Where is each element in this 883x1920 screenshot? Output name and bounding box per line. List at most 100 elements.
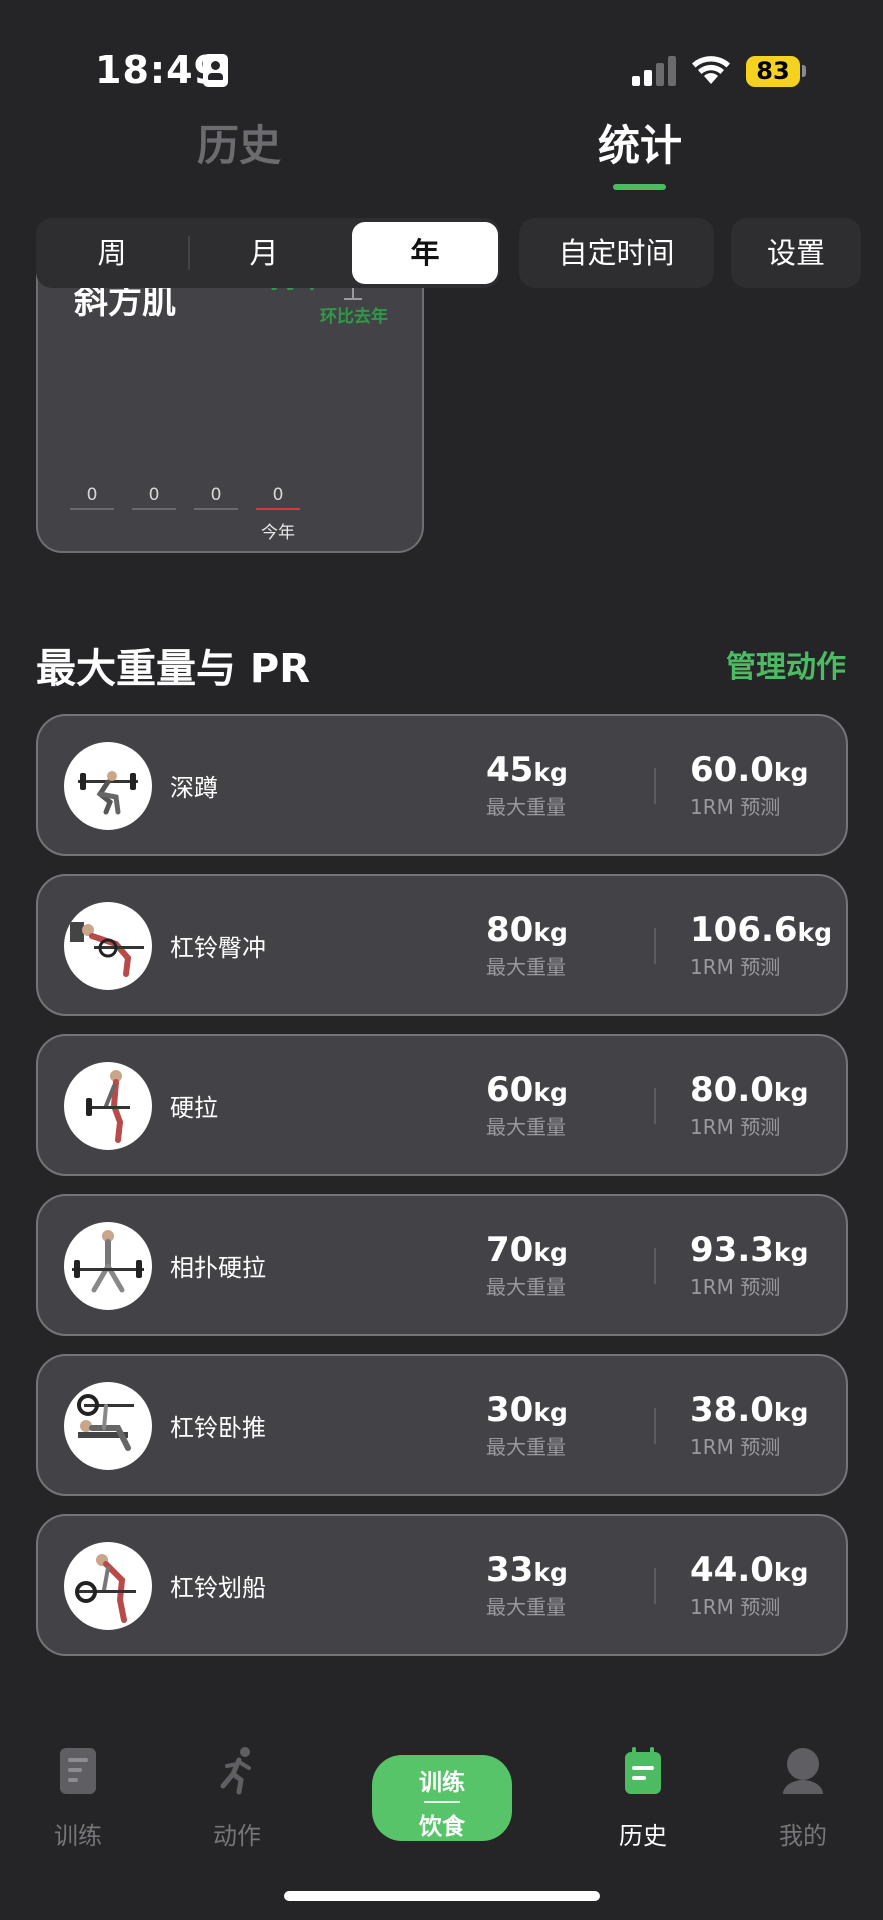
unit: kg	[797, 918, 833, 947]
one-rm-stat: 106.6kg 1RM 预测	[690, 910, 832, 980]
unit: kg	[773, 1558, 809, 1587]
max-weight-label: 最大重量	[486, 795, 566, 819]
bar-baseline-current	[256, 508, 300, 510]
max-weight-label: 最大重量	[486, 955, 566, 979]
bar-value: 0	[148, 485, 160, 505]
bar-value: 0	[86, 485, 98, 505]
train-diet-button[interactable]: 训练 饮食	[372, 1755, 512, 1841]
custom-time-button[interactable]: 自定时间	[519, 218, 714, 288]
max-weight-value: 33	[486, 1550, 534, 1590]
exercise-name: 杠铃划船	[170, 1574, 266, 1602]
pr-card[interactable]: 杠铃划船 33kg 最大重量 44.0kg 1RM 预测	[36, 1514, 848, 1656]
one-rm-value: 93.3	[690, 1230, 774, 1270]
exercise-name: 深蹲	[170, 774, 218, 802]
bar-baseline	[70, 508, 114, 510]
one-rm-value: 38.0	[690, 1390, 774, 1430]
barbell-row-illustration-icon	[64, 1542, 152, 1630]
period-week[interactable]: 周	[36, 218, 188, 288]
pr-card[interactable]: 杠铃卧推 30kg 最大重量 38.0kg 1RM 预测	[36, 1354, 848, 1496]
unit: kg	[533, 1238, 568, 1267]
pr-card[interactable]: 深蹲 45kg 最大重量 60.0kg 1RM 预测	[36, 714, 848, 856]
nav-history[interactable]: 历史	[598, 1746, 688, 1851]
cellular-signal-icon	[632, 54, 676, 86]
one-rm-value: 44.0	[690, 1550, 774, 1590]
stat-divider	[654, 1408, 656, 1444]
bar-label-current-year: 今年	[261, 523, 295, 543]
bar-column: 0	[132, 485, 176, 510]
nav-label: 训练	[54, 1822, 102, 1850]
max-weight-label: 最大重量	[486, 1275, 566, 1299]
squat-illustration-icon	[64, 742, 152, 830]
period-year[interactable]: 年	[352, 222, 498, 284]
contact-card-icon	[203, 54, 228, 87]
pr-card[interactable]: 硬拉 60kg 最大重量 80.0kg 1RM 预测	[36, 1034, 848, 1176]
exercise-name: 杠铃臀冲	[170, 934, 266, 962]
home-indicator[interactable]	[284, 1891, 600, 1901]
deadlift-illustration-icon	[64, 1062, 152, 1150]
stat-divider	[654, 1248, 656, 1284]
one-rm-label: 1RM 预测	[690, 1275, 781, 1299]
battery-level: 83	[746, 56, 800, 87]
unit: kg	[773, 1238, 809, 1267]
one-rm-label: 1RM 预测	[690, 1115, 781, 1139]
center-button-separator	[424, 1801, 460, 1803]
one-rm-label: 1RM 预测	[690, 795, 781, 819]
nav-actions[interactable]: 动作	[192, 1746, 282, 1851]
exercise-name: 相扑硬拉	[170, 1254, 266, 1282]
max-weight-value: 80	[486, 910, 534, 950]
one-rm-value: 60.0	[690, 750, 774, 790]
max-weight-value: 60	[486, 1070, 534, 1110]
unit: kg	[533, 1398, 568, 1427]
one-rm-value: 106.6	[690, 910, 798, 950]
period-month[interactable]: 月	[188, 218, 340, 288]
bench-press-illustration-icon	[64, 1382, 152, 1470]
comparison-label: 环比去年	[320, 307, 388, 327]
one-rm-label: 1RM 预测	[690, 1435, 781, 1459]
stat-divider	[654, 1088, 656, 1124]
one-rm-label: 1RM 预测	[690, 955, 781, 979]
manage-exercises-link[interactable]: 管理动作	[726, 642, 846, 686]
nav-train[interactable]: 训练	[33, 1746, 123, 1851]
pr-section-title: 最大重量与 PR	[36, 646, 311, 692]
bar-value: 0	[210, 485, 222, 505]
max-weight-label: 最大重量	[486, 1435, 566, 1459]
nav-label: 我的	[779, 1822, 827, 1850]
bar-column-current: 0 今年	[256, 485, 300, 543]
bar-baseline	[194, 508, 238, 510]
period-segmented-control: 周 月 年	[36, 218, 500, 288]
tab-history[interactable]: 历史	[197, 112, 281, 173]
unit: kg	[773, 1398, 809, 1427]
unit: kg	[773, 758, 809, 787]
running-person-icon	[220, 1747, 251, 1795]
nav-mine[interactable]: 我的	[758, 1746, 848, 1851]
tab-statistics[interactable]: 统计	[598, 112, 682, 173]
max-weight-stat: 60kg 最大重量	[486, 1070, 568, 1140]
hip-thrust-illustration-icon	[64, 902, 152, 990]
wifi-icon	[692, 56, 730, 84]
max-weight-value: 30	[486, 1390, 534, 1430]
center-button-line2: 饮食	[419, 1814, 465, 1840]
max-weight-value: 70	[486, 1230, 534, 1270]
bar-column: 0	[194, 485, 238, 510]
stat-divider	[654, 928, 656, 964]
muscle-stat-card[interactable]: 斜方肌 持平 环比去年 0 0 0 0 今年	[36, 262, 424, 553]
active-tab-indicator	[613, 184, 666, 190]
unit: kg	[533, 918, 568, 947]
exercise-name: 杠铃卧推	[170, 1414, 266, 1442]
stat-divider	[654, 768, 656, 804]
calendar-history-icon	[625, 1747, 661, 1794]
max-weight-label: 最大重量	[486, 1115, 566, 1139]
settings-button[interactable]: 设置	[731, 218, 861, 288]
user-profile-icon	[783, 1748, 823, 1794]
one-rm-stat: 44.0kg 1RM 预测	[690, 1550, 808, 1620]
one-rm-value: 80.0	[690, 1070, 774, 1110]
nav-label: 动作	[213, 1822, 261, 1850]
max-weight-label: 最大重量	[486, 1595, 566, 1619]
unit: kg	[533, 758, 568, 787]
pr-card[interactable]: 相扑硬拉 70kg 最大重量 93.3kg 1RM 预测	[36, 1194, 848, 1336]
unit: kg	[533, 1558, 568, 1587]
center-button-line1: 训练	[419, 1770, 465, 1796]
pr-card[interactable]: 杠铃臀冲 80kg 最大重量 106.6kg 1RM 预测	[36, 874, 848, 1016]
one-rm-stat: 60.0kg 1RM 预测	[690, 750, 808, 820]
bar-value: 0	[272, 485, 284, 505]
